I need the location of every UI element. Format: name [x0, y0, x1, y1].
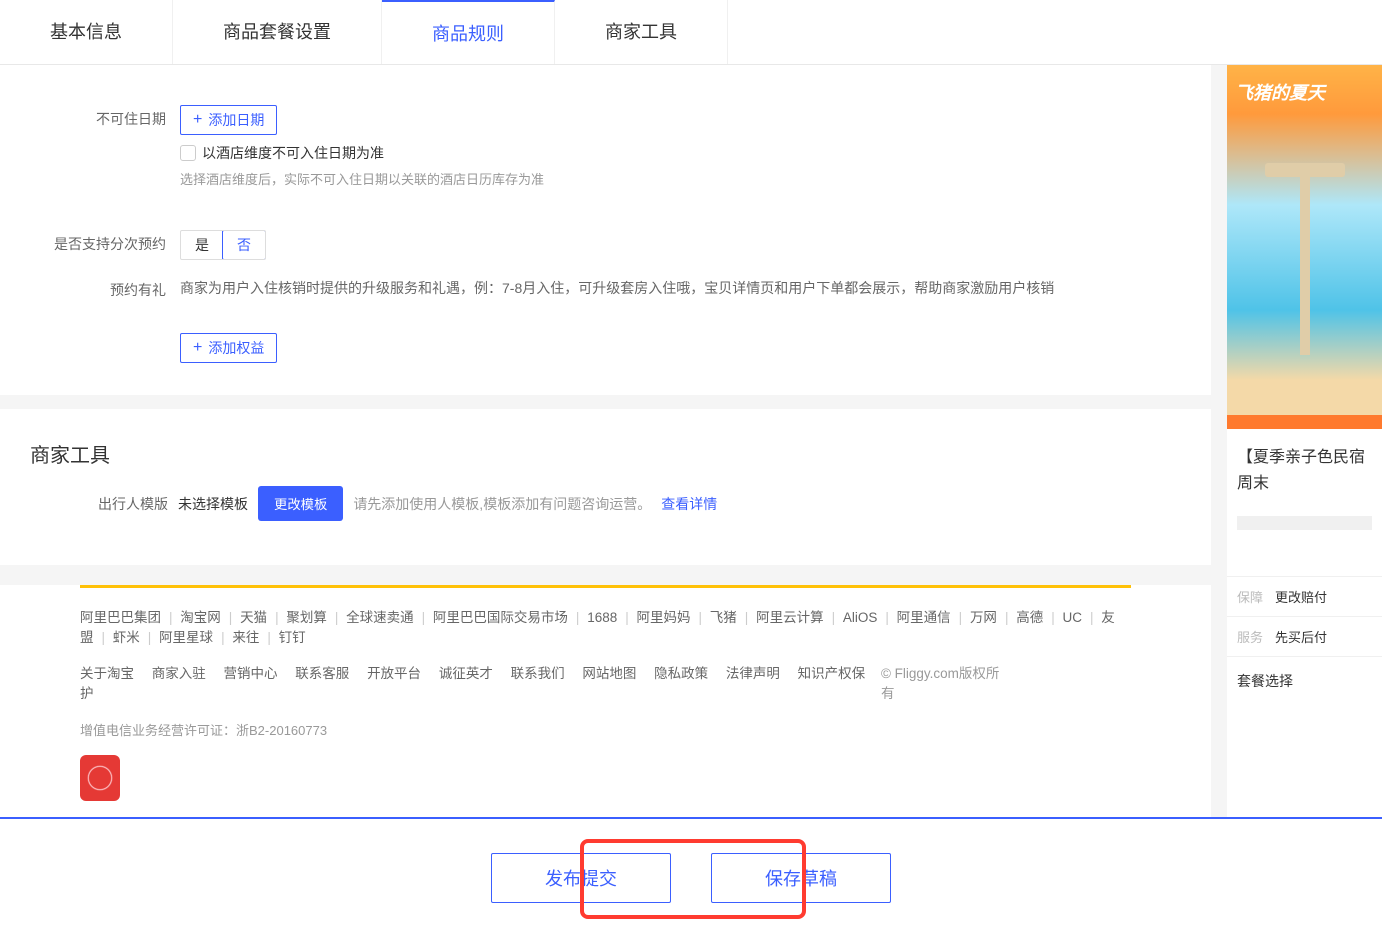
service-label: 服务: [1237, 627, 1275, 646]
tab-package-settings[interactable]: 商品套餐设置: [173, 0, 382, 64]
template-hint: 请先添加使用人模板,模板添加有问题咨询运营。: [353, 494, 651, 514]
publish-button[interactable]: 发布提交: [491, 853, 671, 903]
sidebar-placeholder: [1237, 516, 1372, 530]
merchant-tools-title: 商家工具: [0, 429, 1211, 486]
plus-icon: +: [193, 340, 202, 356]
promo-slogan: 飞猪的夏天: [1235, 79, 1382, 105]
copyright: © Fliggy.com版权所有: [881, 662, 1011, 702]
service-value: 先买后付: [1275, 627, 1327, 646]
sidebar-product-title: 【夏季亲子色民宿周末: [1237, 445, 1372, 496]
traveler-template-label: 出行人模版: [98, 494, 168, 514]
unavailable-date-label: 不可住日期: [0, 105, 180, 129]
tab-merchant-tools[interactable]: 商家工具: [555, 0, 728, 64]
gov-badge-icon[interactable]: [80, 755, 120, 801]
main-content: 不可住日期 + 添加日期 以酒店维度不可入住日期为准 选择酒店维度后，实际不可入…: [0, 65, 1219, 882]
toggle-yes[interactable]: 是: [181, 231, 223, 259]
truncated-prev-row: [0, 85, 1211, 97]
promo-image: 飞猪的夏天: [1227, 65, 1382, 415]
guarantee-value: 更改赔付: [1275, 587, 1327, 606]
hotel-dimension-hint: 选择酒店维度后，实际不可入住日期以关联的酒店日历库存为准: [180, 169, 1211, 188]
split-booking-label: 是否支持分次预约: [0, 230, 180, 254]
change-template-button[interactable]: 更改模板: [258, 486, 343, 521]
booking-gift-label: 预约有礼: [0, 276, 180, 300]
tab-basic-info[interactable]: 基本信息: [0, 0, 173, 64]
package-select-label: 套餐选择: [1227, 656, 1382, 705]
booking-gift-desc: 商家为用户入住核销时提供的升级服务和礼遇，例：7-8月入住，可升级套房入住哦，宝…: [180, 276, 1211, 301]
add-benefit-button[interactable]: + 添加权益: [180, 333, 277, 363]
save-draft-button[interactable]: 保存草稿: [711, 853, 891, 903]
top-tabs: 基本信息 商品套餐设置 商品规则 商家工具: [0, 0, 1382, 65]
add-date-button[interactable]: + 添加日期: [180, 105, 277, 135]
bottom-action-bar: 发布提交 保存草稿: [0, 817, 1382, 937]
split-booking-toggle: 是 否: [180, 230, 266, 260]
footer-links-row2: 关于淘宝 商家入驻 营销中心 联系客服 开放平台 诚征英才 联系我们 网站地图 …: [0, 656, 1211, 716]
tab-product-rules[interactable]: 商品规则: [382, 0, 555, 64]
footer-links-row1: 阿里巴巴集团| 淘宝网| 天猫| 聚划算| 全球速卖通| 阿里巴巴国际交易市场|…: [0, 588, 1211, 656]
toggle-no[interactable]: 否: [222, 230, 266, 260]
template-status: 未选择模板: [178, 494, 248, 514]
view-details-link[interactable]: 查看详情: [661, 494, 717, 514]
hotel-dimension-label: 以酒店维度不可入住日期为准: [202, 143, 384, 163]
sidebar-preview: 飞猪的夏天 【夏季亲子色民宿周末 保障 更改赔付 服务 先买后付 套餐选择: [1227, 65, 1382, 882]
license-text: 增值电信业务经营许可证：浙B2-20160773: [0, 716, 1211, 755]
hotel-dimension-checkbox[interactable]: [180, 145, 196, 161]
guarantee-label: 保障: [1237, 587, 1275, 606]
plus-icon: +: [193, 112, 202, 128]
